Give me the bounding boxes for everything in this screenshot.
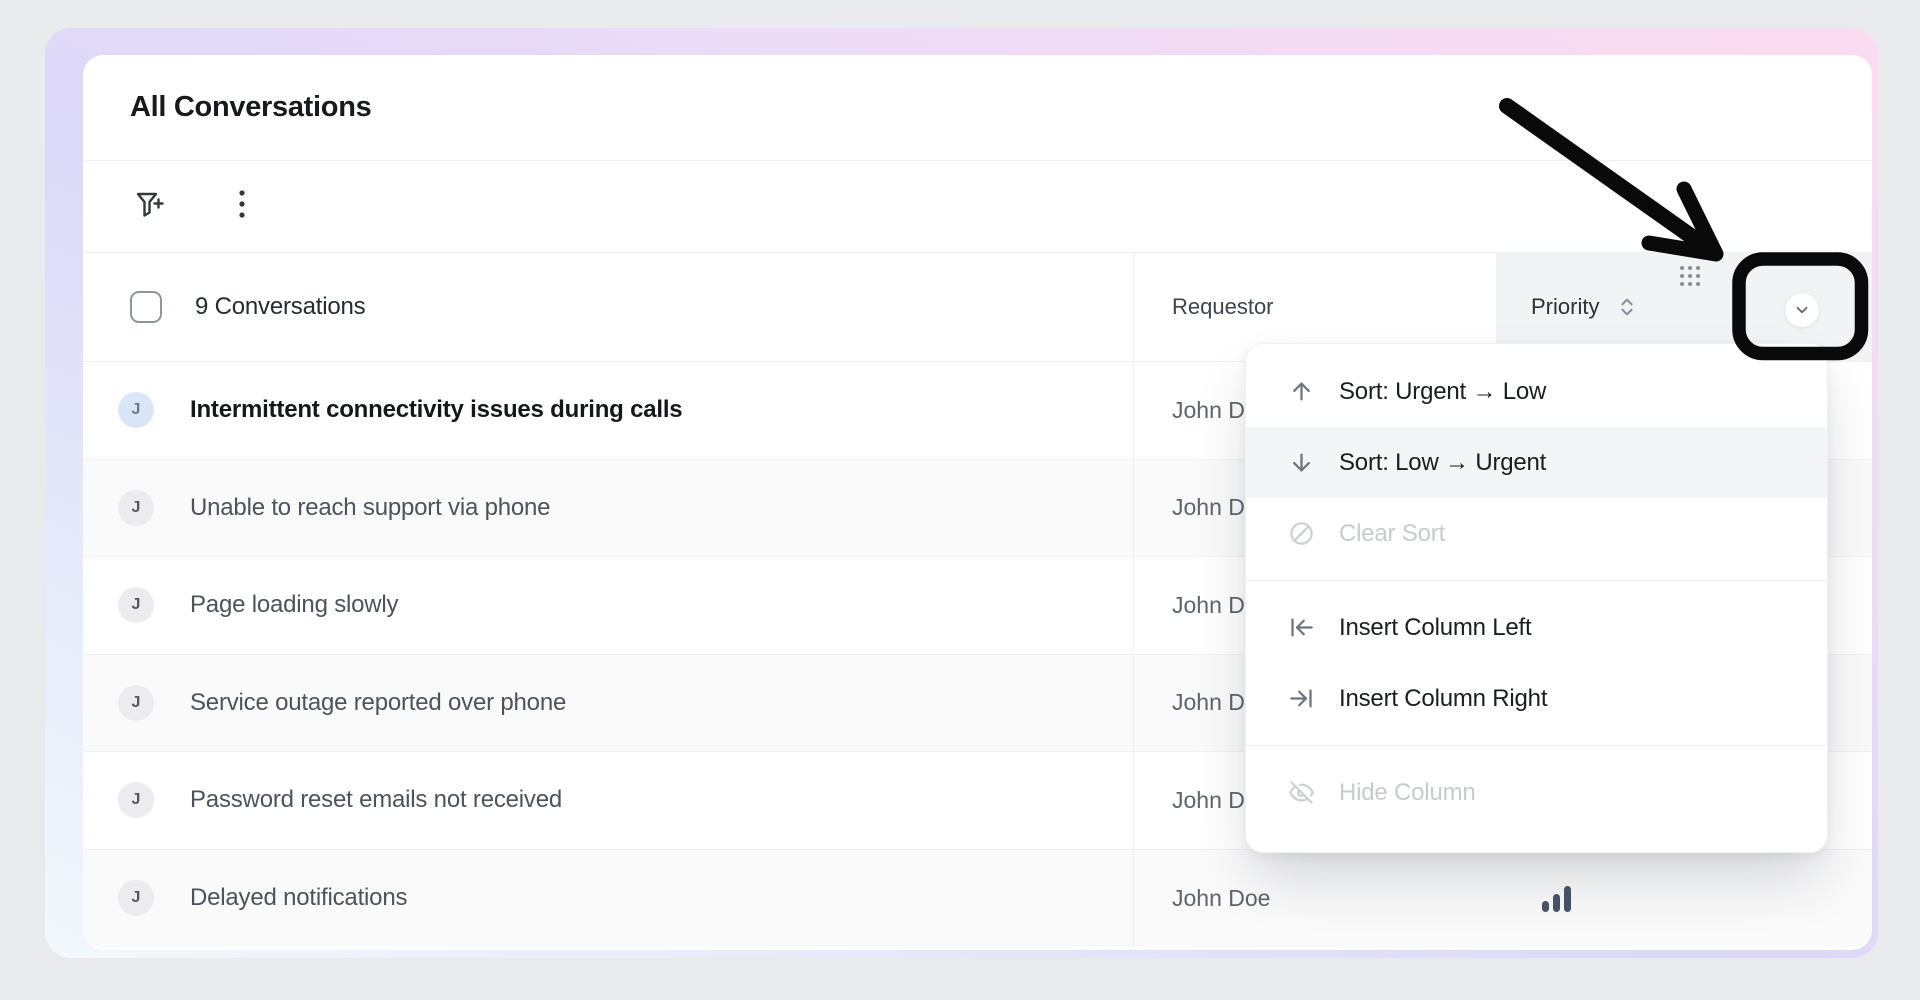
ban-icon bbox=[1288, 520, 1315, 547]
menu-item-clear-sort: Clear Sort bbox=[1246, 498, 1827, 569]
menu-item-hide-column: Hide Column bbox=[1246, 757, 1827, 828]
menu-divider bbox=[1246, 580, 1827, 581]
avatar: J bbox=[118, 392, 154, 428]
chevron-down-icon bbox=[1793, 301, 1811, 319]
menu-item-label: Hide Column bbox=[1339, 779, 1476, 807]
conversations-count: 9 Conversations bbox=[195, 293, 365, 321]
conversation-title[interactable]: Service outage reported over phone bbox=[190, 689, 566, 717]
requestor-column-label: Requestor bbox=[1172, 294, 1274, 320]
arrow-up-icon bbox=[1288, 378, 1315, 405]
menu-item-sort-low-to-urgent[interactable]: Sort: Low → Urgent bbox=[1246, 427, 1827, 498]
priority-column-menu: Sort: Urgent → Low Sort: Low → Urgent Cl… bbox=[1245, 343, 1828, 853]
avatar: J bbox=[118, 490, 154, 526]
menu-item-label: Sort: Low → Urgent bbox=[1339, 449, 1546, 477]
avatar: J bbox=[118, 685, 154, 721]
signal-bars-icon bbox=[1540, 882, 1574, 914]
conversation-title[interactable]: Password reset emails not received bbox=[190, 786, 562, 814]
conversation-title[interactable]: Delayed notifications bbox=[190, 884, 407, 912]
page-title: All Conversations bbox=[130, 91, 371, 124]
menu-item-label: Insert Column Left bbox=[1339, 614, 1532, 642]
eye-off-icon bbox=[1288, 779, 1315, 806]
filter-plus-icon bbox=[132, 186, 168, 227]
add-filter-button[interactable] bbox=[126, 183, 174, 231]
menu-item-label: Sort: Urgent → Low bbox=[1339, 378, 1546, 406]
chevrons-up-down-icon bbox=[1616, 294, 1638, 320]
arrow-down-icon bbox=[1288, 449, 1315, 476]
column-drag-handle-icon[interactable] bbox=[1680, 266, 1700, 286]
table-row[interactable]: J Delayed notifications John Doe bbox=[83, 850, 1872, 948]
kebab-menu-icon bbox=[237, 186, 247, 227]
menu-item-label: Clear Sort bbox=[1339, 520, 1445, 548]
avatar: J bbox=[118, 782, 154, 818]
select-all-checkbox[interactable] bbox=[130, 291, 162, 323]
menu-divider bbox=[1246, 745, 1827, 746]
page: { "window": { "title": "All Conversation… bbox=[0, 0, 1920, 1000]
menu-item-label: Insert Column Right bbox=[1339, 685, 1547, 713]
conversation-title[interactable]: Page loading slowly bbox=[190, 591, 398, 619]
requestor-cell: John Doe bbox=[1133, 850, 1496, 948]
avatar: J bbox=[118, 880, 154, 916]
priority-column-label: Priority bbox=[1531, 294, 1599, 320]
toolbar bbox=[83, 161, 1872, 253]
arrow-left-to-line-icon bbox=[1288, 614, 1315, 641]
avatar: J bbox=[118, 587, 154, 623]
menu-item-sort-urgent-to-low[interactable]: Sort: Urgent → Low bbox=[1246, 356, 1827, 427]
title-bar: All Conversations bbox=[83, 55, 1872, 161]
conversation-title[interactable]: Intermittent connectivity issues during … bbox=[190, 396, 682, 424]
arrow-right-to-line-icon bbox=[1288, 685, 1315, 712]
conversation-title[interactable]: Unable to reach support via phone bbox=[190, 494, 550, 522]
priority-cell bbox=[1496, 850, 1872, 948]
priority-column-menu-button[interactable] bbox=[1784, 292, 1820, 328]
menu-item-insert-column-right[interactable]: Insert Column Right bbox=[1246, 663, 1827, 734]
menu-item-insert-column-left[interactable]: Insert Column Left bbox=[1246, 592, 1827, 663]
more-options-button[interactable] bbox=[218, 183, 266, 231]
